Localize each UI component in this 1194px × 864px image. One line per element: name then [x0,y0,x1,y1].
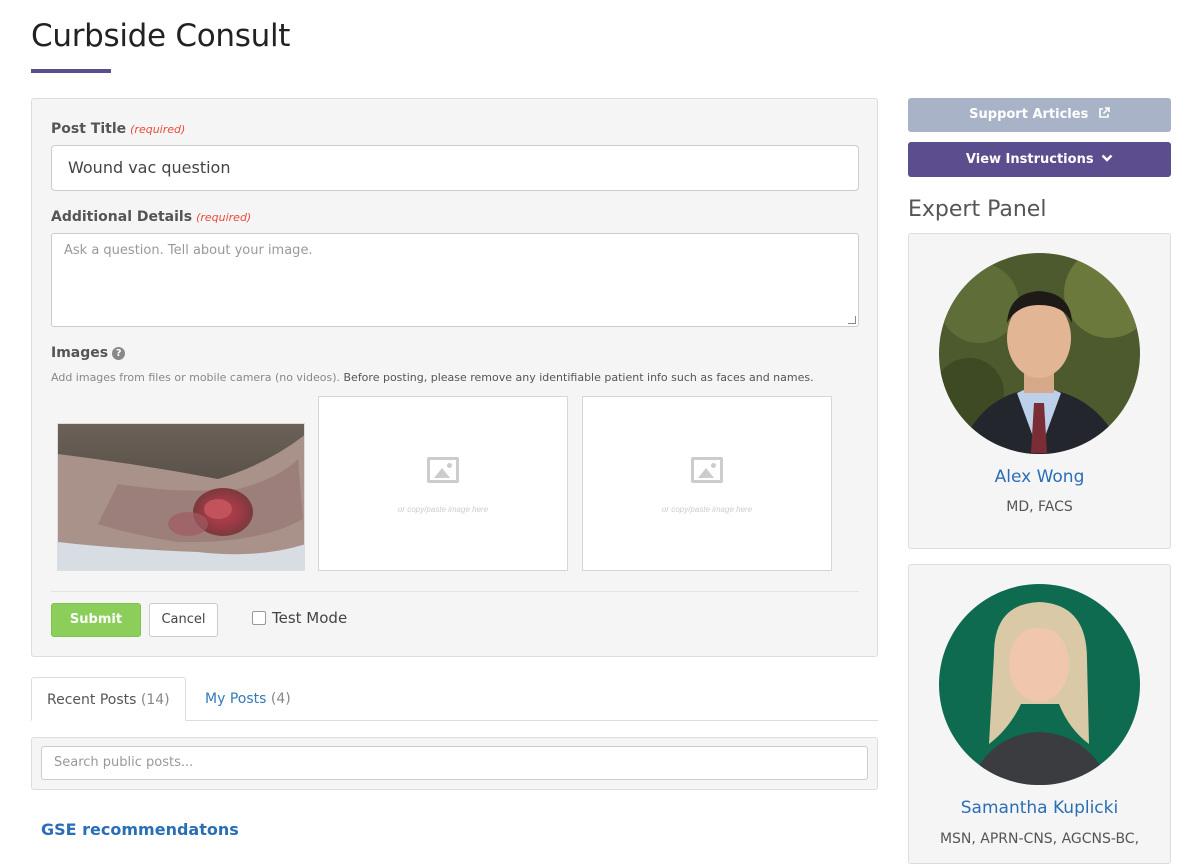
expert-card[interactable]: Samantha Kuplicki MSN, APRN-CNS, AGCNS-B… [908,564,1171,864]
test-mode-toggle[interactable]: Test Mode [252,609,347,627]
view-instructions-button[interactable]: View Instructions [908,142,1171,177]
expert-card[interactable]: Alex Wong MD, FACS [908,233,1171,549]
expert-credentials: MD, FACS [1006,499,1073,515]
image-slot-hint: or copy/paste image here [397,505,489,514]
chevron-down-icon [1101,154,1113,162]
expert-name[interactable]: Alex Wong [909,467,1170,487]
required-marker: (required) [130,123,186,136]
image-upload-slot[interactable]: or copy/paste image here [582,396,832,571]
images-label: Images? [51,345,126,361]
search-bar: Search public posts... [31,737,878,790]
form-divider [51,591,859,592]
image-placeholder-icon [427,457,459,483]
tab-my-posts[interactable]: My Posts (4) [190,677,306,721]
expert-avatar [939,584,1140,785]
post-title-input[interactable]: Wound vac question [51,145,859,191]
uploaded-image-thumbnail[interactable] [57,423,305,571]
details-placeholder: Ask a question. Tell about your image. [64,243,313,258]
expert-name[interactable]: Samantha Kuplicki [909,798,1170,818]
search-input[interactable]: Search public posts... [41,746,868,780]
post-title-link[interactable]: GSE recommendatons [41,820,239,839]
submit-button[interactable]: Submit [51,603,141,637]
expert-panel-heading: Expert Panel [908,197,1047,222]
image-placeholder-icon [691,457,723,483]
resize-handle-icon[interactable] [848,316,856,324]
details-label: Additional Details (required) [51,209,252,225]
tab-recent-posts[interactable]: Recent Posts (14) [31,677,186,721]
post-title-label: Post Title (required) [51,121,186,137]
image-slot-hint: or copy/paste image here [661,505,753,514]
new-post-form: Post Title (required) Wound vac question … [31,98,878,657]
support-articles-button[interactable]: Support Articles [908,98,1171,132]
test-mode-label: Test Mode [272,609,348,627]
test-mode-checkbox[interactable] [252,611,266,625]
images-hint: Add images from files or mobile camera (… [51,371,814,384]
expert-avatar [939,253,1140,454]
image-upload-slot[interactable]: or copy/paste image here [318,396,568,571]
details-textarea[interactable]: Ask a question. Tell about your image. [51,233,859,327]
required-marker: (required) [196,211,252,224]
help-icon[interactable]: ? [112,347,126,360]
page-title: Curbside Consult [31,18,291,54]
images-hint-warning: Before posting, please remove any identi… [343,371,814,384]
cancel-button[interactable]: Cancel [149,603,218,637]
external-link-icon [1099,107,1110,118]
title-underline [31,69,111,73]
expert-credentials: MSN, APRN-CNS, AGCNS-BC, [939,831,1140,847]
